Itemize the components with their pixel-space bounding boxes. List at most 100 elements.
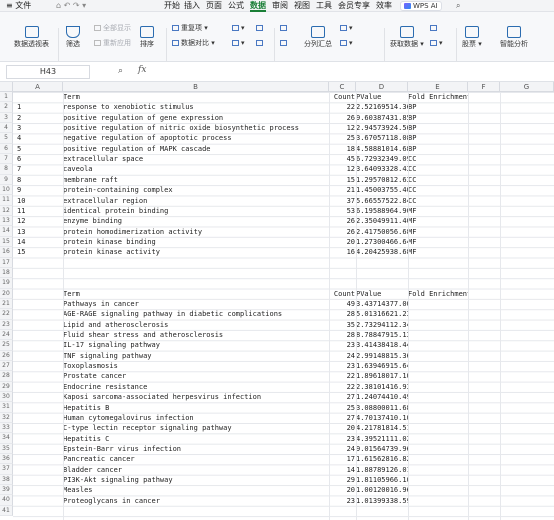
table-cell[interactable]: 22	[329, 371, 355, 381]
zoom-icon[interactable]: ⌕	[118, 66, 123, 76]
table-cell[interactable]: MF	[408, 247, 468, 257]
table-cell[interactable]: positive regulation of MAPK cascade	[63, 144, 329, 154]
row-header[interactable]: 6	[0, 143, 13, 155]
table-cell[interactable]: 3.41438418.4475563909774	[356, 340, 408, 350]
row-header[interactable]: 11	[0, 195, 13, 206]
table-cell[interactable]: PValue	[356, 92, 408, 102]
row-header[interactable]: 19	[0, 278, 13, 289]
row-header[interactable]: 41	[0, 505, 13, 517]
table-cell[interactable]: 3.43714377.00492495305685	[356, 299, 408, 309]
table-cell[interactable]: 35	[329, 320, 355, 330]
table-cell[interactable]: positive regulation of nitric oxide bios…	[63, 123, 329, 133]
table-cell[interactable]: 5	[17, 144, 63, 154]
tool-icon-10[interactable]: ▾	[430, 39, 443, 48]
table-cell[interactable]: 25	[329, 403, 355, 413]
table-cell[interactable]: Term	[63, 289, 329, 299]
table-cell[interactable]: Measles	[63, 485, 329, 495]
table-cell[interactable]: 18	[329, 144, 355, 154]
table-cell[interactable]: 27	[329, 413, 355, 423]
table-cell[interactable]: Hepatitis C	[63, 434, 329, 444]
stocks-button[interactable]: 股票 ▾	[462, 26, 482, 49]
row-header[interactable]: 24	[0, 329, 13, 341]
table-cell[interactable]: identical protein binding	[63, 206, 329, 216]
table-cell[interactable]: 26	[329, 113, 355, 123]
row-header[interactable]: 8	[0, 164, 13, 175]
row-header[interactable]: 36	[0, 454, 13, 465]
table-cell[interactable]: 2.52169514.3628624099212318	[356, 102, 408, 112]
table-cell[interactable]: 2	[17, 113, 63, 123]
row-header[interactable]: 3	[0, 112, 13, 124]
name-box[interactable]: H43	[6, 65, 90, 79]
menu-page[interactable]: 页面	[204, 0, 224, 12]
table-cell[interactable]: 1.27300466.6487093153759820	[356, 237, 408, 247]
table-cell[interactable]: 49	[329, 299, 355, 309]
row-header[interactable]: 23	[0, 319, 13, 330]
menu-data[interactable]: 数据	[248, 0, 268, 12]
table-cell[interactable]: CC	[408, 175, 468, 185]
table-cell[interactable]: Pathways in cancer	[63, 299, 329, 309]
menu-home[interactable]: 开始	[162, 0, 182, 12]
row-header[interactable]: 35	[0, 443, 13, 455]
table-cell[interactable]: 26	[329, 227, 355, 237]
table-cell[interactable]: 8.78847915.1312056737588	[356, 330, 408, 340]
table-cell[interactable]: 6.19588964.90795973238291818	[356, 206, 408, 216]
table-cell[interactable]: 10	[17, 196, 63, 206]
table-cell[interactable]: 24	[329, 351, 355, 361]
column-header-c[interactable]: C	[329, 82, 356, 92]
column-header-f[interactable]: F	[468, 82, 500, 92]
table-cell[interactable]: Bladder cancer	[63, 465, 329, 475]
table-cell[interactable]: PI3K-Akt signaling pathway	[63, 475, 329, 485]
table-cell[interactable]: 28	[329, 309, 355, 319]
row-header[interactable]: 12	[0, 205, 13, 217]
table-cell[interactable]: TNF signaling pathway	[63, 351, 329, 361]
table-cell[interactable]: 2.41750056.6818651320643585	[356, 227, 408, 237]
table-cell[interactable]: 9.01564739.96428571428571	[356, 444, 408, 454]
table-cell[interactable]: 1.24074410.4964467930029	[356, 392, 408, 402]
table-cell[interactable]: 3.67057118.0814870135258486	[356, 133, 408, 143]
row-header[interactable]: 38	[0, 474, 13, 486]
table-cell[interactable]: 16	[329, 247, 355, 257]
table-cell[interactable]: 29	[329, 475, 355, 485]
column-header-e[interactable]: E	[408, 82, 468, 92]
table-cell[interactable]: membrane raft	[63, 175, 329, 185]
table-cell[interactable]: 3	[17, 123, 63, 133]
table-cell[interactable]: 1.63946915.6474808673469	[356, 361, 408, 371]
table-cell[interactable]: 5.01316621.2376237623762	[356, 309, 408, 319]
smart-analysis-button[interactable]: 智能分析	[500, 26, 528, 49]
table-cell[interactable]: protein homodimerization activity	[63, 227, 329, 237]
row-header[interactable]: 5	[0, 133, 13, 144]
table-cell[interactable]: 22	[329, 382, 355, 392]
row-header[interactable]: 18	[0, 267, 13, 279]
row-header[interactable]: 26	[0, 350, 13, 361]
tool-icon-2[interactable]: ▾	[232, 39, 245, 48]
table-cell[interactable]: 25	[329, 133, 355, 143]
table-cell[interactable]: Lipid and atherosclerosis	[63, 320, 329, 330]
table-cell[interactable]: BP	[408, 123, 468, 133]
row-header[interactable]: 30	[0, 391, 13, 403]
table-cell[interactable]: 23	[329, 361, 355, 371]
table-cell[interactable]: MF	[408, 227, 468, 237]
table-cell[interactable]: 24	[329, 444, 355, 454]
menu-review[interactable]: 审阅	[270, 0, 290, 12]
tool-icon-7[interactable]: ▾	[340, 24, 353, 33]
table-cell[interactable]: AGE-RAGE signaling pathway in diabetic c…	[63, 309, 329, 319]
row-header[interactable]: 4	[0, 123, 13, 134]
table-cell[interactable]: CC	[408, 185, 468, 195]
table-cell[interactable]: 45	[329, 154, 355, 164]
table-cell[interactable]: 20	[329, 485, 355, 495]
tool-icon-1[interactable]: ▾	[232, 24, 245, 33]
table-cell[interactable]: 12	[329, 164, 355, 174]
row-header[interactable]: 40	[0, 495, 13, 506]
row-header[interactable]: 10	[0, 185, 13, 196]
tool-icon-4[interactable]	[256, 39, 265, 48]
table-cell[interactable]: Count	[329, 92, 355, 102]
row-header[interactable]: 15	[0, 236, 13, 248]
sort-button[interactable]: 排序	[140, 26, 154, 49]
table-cell[interactable]: 27	[329, 392, 355, 402]
table-cell[interactable]: 20	[329, 423, 355, 433]
row-header[interactable]: 16	[0, 247, 13, 258]
row-header[interactable]: 21	[0, 298, 13, 310]
table-cell[interactable]: enzyme binding	[63, 216, 329, 226]
table-cell[interactable]: 26	[329, 216, 355, 226]
table-cell[interactable]: BP	[408, 133, 468, 143]
